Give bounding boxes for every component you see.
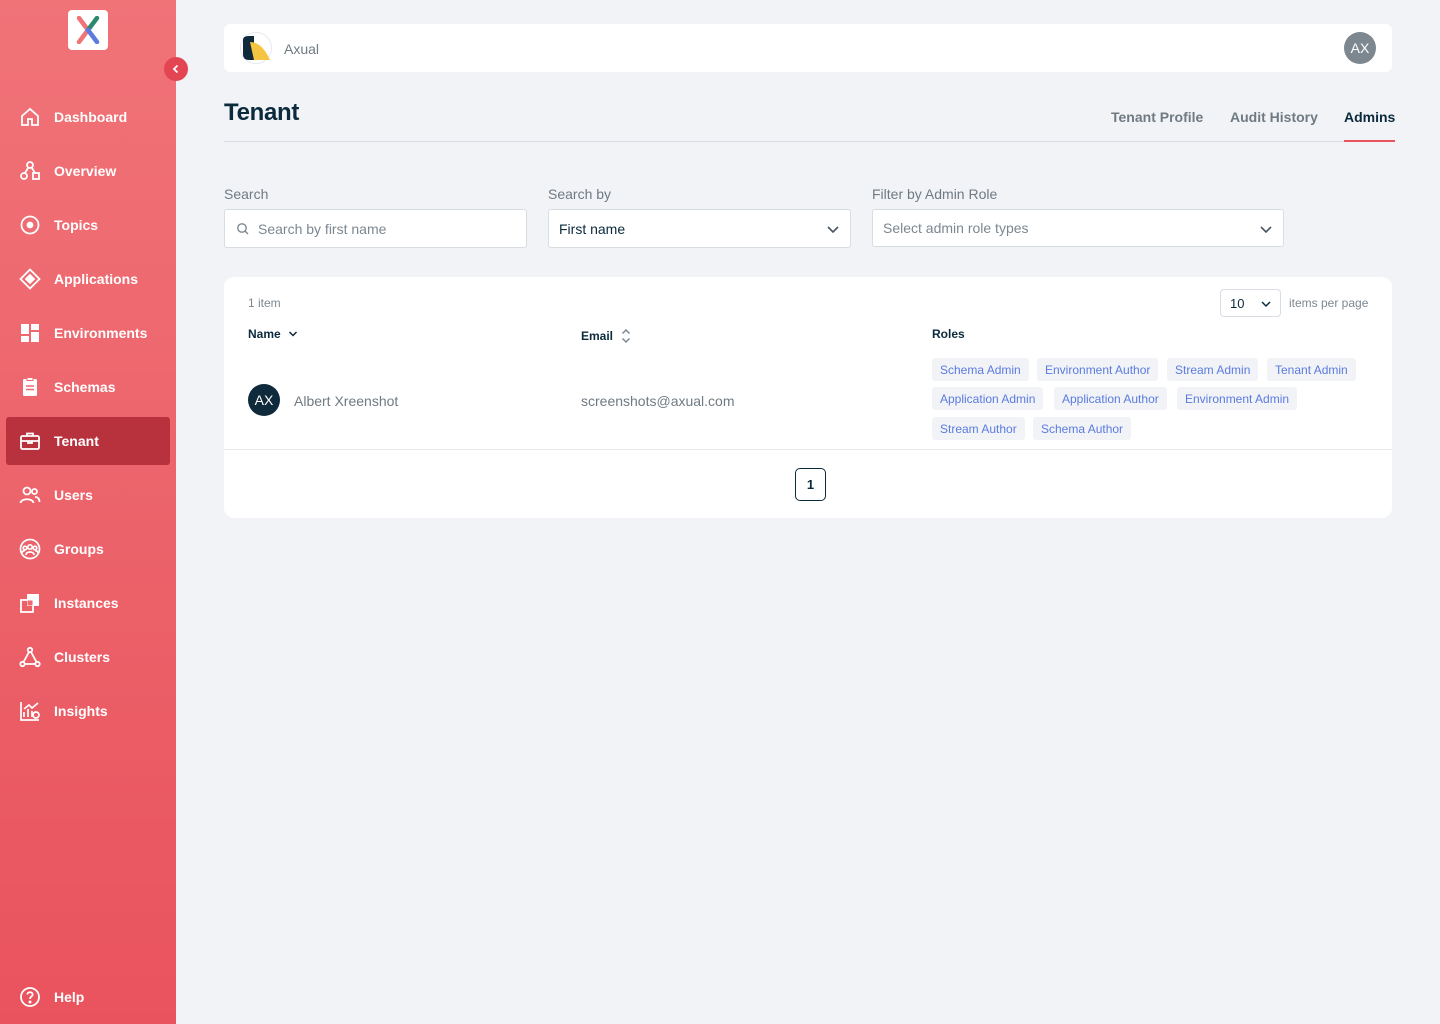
sidebar-item-overview[interactable]: Overview [6,147,170,195]
admin-name: Albert Xreenshot [294,393,399,409]
tab-tenant-profile[interactable]: Tenant Profile [1111,109,1203,142]
sidebar-item-dashboard[interactable]: Dashboard [6,93,170,141]
sidebar: Dashboard Overview Topics Applications E… [0,0,176,1024]
page-title: Tenant [224,99,300,126]
search-by-select[interactable]: First name [548,209,851,248]
sidebar-item-topics[interactable]: Topics [6,201,170,249]
chevron-down-icon [1261,301,1271,308]
sidebar-item-label: Overview [54,163,117,179]
sidebar-item-label: Instances [54,595,119,611]
role-tag: Schema Author [1033,417,1132,440]
instances-icon [18,591,42,615]
sidebar-item-users[interactable]: Users [6,471,170,519]
search-by-label: Search by [548,186,612,202]
sidebar-item-groups[interactable]: Groups [6,525,170,573]
pagination-page-button[interactable]: 1 [795,468,826,501]
search-label: Search [224,186,269,202]
applications-icon [18,267,42,291]
tab-bar: Tenant Profile Audit History Admins [224,100,1396,142]
topics-icon [18,213,42,237]
home-icon [18,105,42,129]
tenant-icon [18,429,42,453]
role-tag: Application Author [1054,387,1167,410]
help-icon [18,985,42,1009]
sidebar-item-label: Dashboard [54,109,128,125]
sidebar-item-tenant[interactable]: Tenant [6,417,170,465]
role-filter-select[interactable]: Select admin role types [872,209,1284,247]
items-per-page-label: items per page [1289,296,1369,310]
admins-table-card: 1 item 10 items per page Name Email Role… [224,277,1392,518]
app-logo[interactable] [68,10,108,50]
tab-admins[interactable]: Admins [1344,109,1396,142]
insights-icon [18,699,42,723]
sidebar-item-label: Tenant [54,433,99,449]
environments-icon [18,321,42,345]
avatar: AX [248,384,280,416]
role-tag: Tenant Admin [1267,358,1356,381]
role-tag: Environment Admin [1177,387,1298,410]
sidebar-item-instances[interactable]: Instances [6,579,170,627]
column-label: Email [581,329,614,343]
role-filter-placeholder: Select admin role types [883,220,1029,236]
item-count: 1 item [248,296,281,310]
search-input[interactable]: Search by first name [224,209,527,248]
sidebar-item-label: Environments [54,325,148,341]
sidebar-item-label: Users [54,487,93,503]
sort-descending-icon [288,331,297,337]
column-header-email[interactable]: Email [581,327,632,345]
role-tag: Stream Admin [1167,358,1259,381]
sidebar-item-label: Clusters [54,649,111,665]
chevron-down-icon [827,226,839,234]
column-header-roles: Roles [932,327,965,341]
items-per-page-select[interactable]: 10 [1220,289,1281,317]
topbar: Axual AX [224,24,1392,72]
sidebar-item-schemas[interactable]: Schemas [6,363,170,411]
search-by-value: First name [559,220,626,237]
users-icon [18,483,42,507]
column-header-name[interactable]: Name [248,327,299,341]
sidebar-item-label: Groups [54,541,104,557]
collapse-sidebar-button[interactable] [164,57,188,81]
role-filter-label: Filter by Admin Role [872,186,998,202]
sidebar-item-label: Topics [54,217,99,233]
schemas-icon [18,375,42,399]
search-icon [237,222,249,234]
sidebar-item-applications[interactable]: Applications [6,255,170,303]
role-tag: Application Admin [932,387,1044,410]
sidebar-item-label: Applications [54,271,139,287]
overview-icon [18,159,42,183]
search-placeholder: Search by first name [258,220,387,237]
chevron-left-icon [172,64,179,74]
role-tag: Schema Admin [932,358,1029,381]
sidebar-item-label: Insights [54,703,108,719]
column-label: Roles [932,327,965,341]
items-per-page-value: 10 [1230,295,1245,311]
tab-audit-history[interactable]: Audit History [1230,109,1318,142]
role-tag: Stream Author [932,417,1025,440]
brand-logo [240,32,272,64]
sidebar-item-help[interactable]: Help [6,973,170,1021]
sort-icon [621,328,631,344]
sidebar-item-environments[interactable]: Environments [6,309,170,357]
sidebar-item-clusters[interactable]: Clusters [6,633,170,681]
row-divider [224,449,1392,450]
user-avatar[interactable]: AX [1344,32,1376,64]
brand-name: Axual [284,41,320,57]
sidebar-item-insights[interactable]: Insights [6,687,170,735]
admin-email: screenshots@axual.com [581,393,735,409]
sidebar-item-label: Schemas [54,379,116,395]
column-label: Name [248,327,281,341]
clusters-icon [18,645,42,669]
groups-icon [18,537,42,561]
chevron-down-icon [1260,226,1272,234]
sidebar-item-label: Help [54,989,85,1005]
role-tag: Environment Author [1037,358,1159,381]
